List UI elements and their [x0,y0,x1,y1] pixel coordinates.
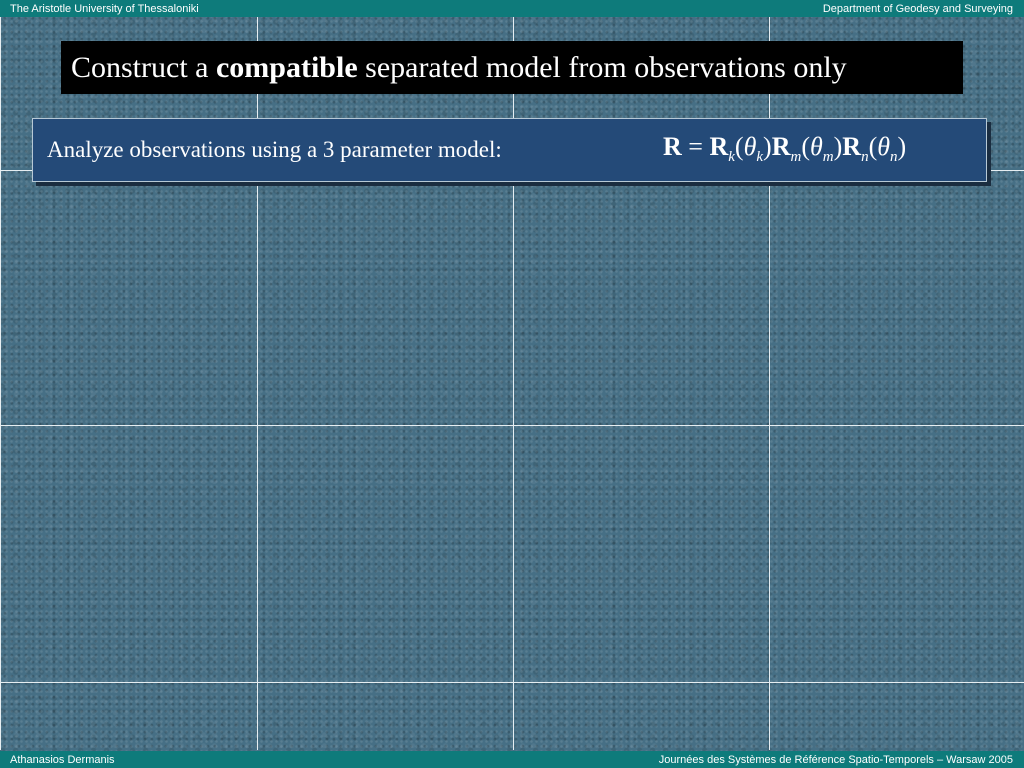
title-emphasis: compatible [215,50,358,84]
formula-factor-sub: k [728,149,735,166]
grid-line [0,17,1,750]
formula-lhs: R [663,132,682,161]
formula-factor-arg: θ [877,132,891,161]
grid-line [0,682,1024,683]
title-prefix: Construct a [71,50,216,84]
formula-factor-arg-sub: n [890,149,898,166]
formula-factor-symbol: R [842,132,862,161]
header-bar: The Aristotle University of Thessaloniki… [0,0,1024,17]
grid-line [0,425,1024,426]
formula-factor-sub: m [790,149,802,166]
header-university: The Aristotle University of Thessaloniki [10,2,199,15]
formula-factor-symbol: R [771,132,791,161]
header-department: Department of Geodesy and Surveying [822,2,1013,15]
content-text: Analyze observations using a 3 parameter… [47,137,502,162]
footer-bar: Athanasios Dermanis Journées des Système… [0,751,1024,768]
footer-author: Athanasios Dermanis [10,753,115,766]
formula-factor-arg-sub: m [822,149,834,166]
formula-equals: = [688,132,703,161]
formula-factor-arg: θ [810,132,823,161]
slide-title: Construct a compatible separated model f… [61,41,963,94]
footer-conference: Journées des Systèmes de Référence Spati… [658,753,1013,766]
formula-factor-arg: θ [743,132,757,161]
rotation-formula: R = Rk(θk)Rm(θm)Rn(θn) [663,132,907,166]
formula-factor-arg-sub: k [756,149,764,166]
formula-factor-symbol: R [709,132,729,161]
title-suffix: separated model from observations only [357,50,847,84]
content-panel: Analyze observations using a 3 parameter… [32,118,987,182]
formula-factor-sub: n [861,149,869,166]
